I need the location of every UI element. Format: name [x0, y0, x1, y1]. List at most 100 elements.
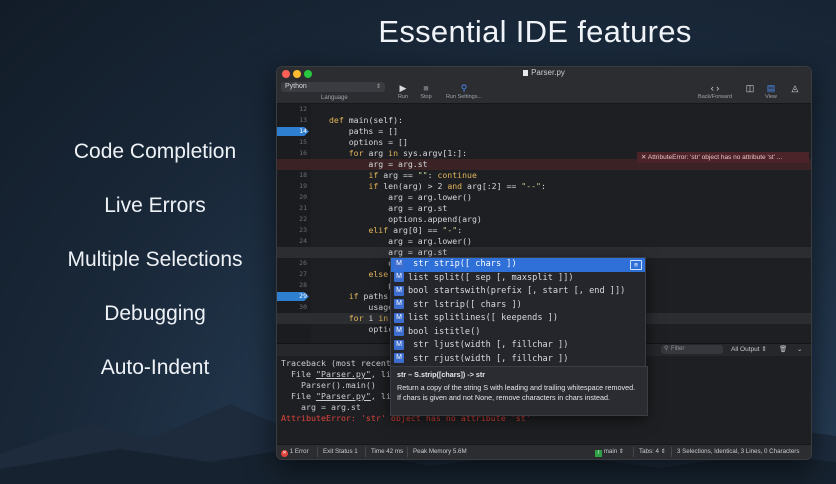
status-separator	[633, 447, 634, 457]
autocomplete-item[interactable]: M str ljust(width [, fillchar ])	[391, 339, 645, 353]
console-line: Parser().main()	[281, 380, 376, 390]
line-number: 22	[299, 215, 307, 223]
line-number: 14	[299, 127, 307, 135]
status-separator	[407, 447, 408, 457]
toggle-left-panel-button[interactable]: ◫	[745, 83, 755, 93]
toggle-right-panel-button[interactable]: ◬	[789, 83, 801, 93]
back-forward-buttons[interactable]: ‹ › Back/Forward	[693, 83, 737, 100]
console-line: File "Parser.py", li	[281, 369, 391, 379]
line-number: 23	[299, 226, 307, 234]
tabs-setting[interactable]: Tabs: 4 ⇕	[639, 445, 666, 459]
line-number: 18	[299, 171, 307, 179]
chevron-down-icon[interactable]: ⌄	[797, 345, 802, 355]
autocomplete-item[interactable]: M str strip([ chars ]) ▤	[391, 258, 645, 272]
autocomplete-doc: str – S.strip([chars]) -> str Return a c…	[390, 366, 648, 416]
status-separator	[671, 447, 672, 457]
completion-name: strip([ chars ])	[433, 259, 517, 269]
feature-list: Code Completion Live Errors Multiple Sel…	[40, 130, 270, 400]
output-selector-text: All Output	[731, 346, 760, 353]
run-settings-button[interactable]: ⚲ Run Settings...	[441, 83, 487, 100]
completion-type: list	[408, 272, 434, 283]
console-line: File "Parser.py", li	[281, 391, 391, 401]
updown-icon: ⇕	[660, 448, 666, 455]
status-separator	[317, 447, 318, 457]
autocomplete-item[interactable]: Mbool istitle()	[391, 326, 645, 340]
line-number: 20	[299, 193, 307, 201]
completion-name: istitle()	[433, 326, 481, 337]
code-line: options = []	[329, 137, 408, 147]
line-number: 27	[299, 270, 307, 278]
window-title: Parser.py	[277, 68, 811, 77]
method-icon: M	[394, 285, 404, 296]
feature-code-completion: Code Completion	[73, 140, 237, 163]
completion-name: split([ sep [, maxsplit ]])	[433, 272, 574, 283]
feature-debugging: Debugging	[104, 302, 206, 325]
output-filter-input[interactable]: ⚲ Filter	[661, 345, 723, 354]
line-number: 30	[299, 303, 307, 311]
branch-name: main	[603, 448, 618, 455]
run-settings-label: Run Settings...	[445, 94, 483, 100]
trash-icon[interactable]: 🗑	[779, 345, 787, 355]
run-label: Run	[397, 94, 409, 100]
output-selector[interactable]: All Output ⇕	[731, 345, 767, 355]
file-link[interactable]: "Parser.py"	[316, 369, 371, 379]
line-number: 12	[299, 105, 307, 113]
completion-type: bool	[408, 326, 434, 337]
language-select[interactable]: Python ⇕	[281, 82, 385, 92]
autocomplete-item[interactable]: M str rjust(width [, fillchar ])	[391, 353, 645, 367]
code-line: arg = arg.st	[329, 203, 448, 213]
completion-type: str	[408, 353, 434, 364]
file-link[interactable]: "Parser.py"	[316, 391, 371, 401]
toolbar: Python ⇕ Language ▶ Run ■ Stop ⚲ Run Setting…	[277, 81, 811, 104]
error-x-icon: ✕	[641, 154, 648, 161]
error-count[interactable]: ✕ 1 Error	[281, 445, 309, 459]
line-number: 19	[299, 182, 307, 190]
console-line: Traceback (most recent	[281, 358, 391, 368]
line-number: 26	[299, 259, 307, 267]
status-bar: ✕ 1 Error Exit Status 1 Time 42 ms Peak …	[277, 444, 811, 459]
doc-signature: str – S.strip([chars]) -> str	[397, 370, 486, 379]
selection-info: 3 Selections, Identical, 3 Lines, 0 Char…	[677, 448, 800, 455]
line-number: 15	[299, 138, 307, 146]
error-message: AttributeError: 'str' object has no attr…	[647, 154, 783, 161]
console-line: arg = arg.st	[281, 402, 361, 412]
feature-live-errors: Live Errors	[104, 194, 206, 217]
method-icon: M	[394, 272, 404, 282]
error-circle-icon: ✕	[281, 450, 288, 457]
code-line: if arg == "": continue	[368, 170, 477, 180]
run-button[interactable]: ▶ Run	[395, 83, 411, 100]
doc-toggle-icon[interactable]: ▤	[630, 260, 642, 270]
feature-auto-indent: Auto-Indent	[100, 356, 210, 379]
autocomplete-item[interactable]: Mbool startswith(prefix [, start [, end …	[391, 285, 645, 299]
stop-icon: ■	[423, 83, 429, 93]
code-line: if len(arg) > 2 and arg[:2] == "--":	[368, 181, 546, 191]
doc-text: Return a copy of the string S with leadi…	[397, 383, 636, 402]
completion-name: splitlines([ keepends ])	[433, 313, 559, 323]
completion-type: str	[408, 340, 434, 350]
completion-name: startswith(prefix [, start [, end ]])	[433, 286, 626, 296]
live-error-badge[interactable]: ✕ AttributeError: 'str' object has no at…	[637, 152, 809, 163]
back-forward-label: Back/Forward	[698, 94, 732, 100]
code-line: arg = arg.lower()	[329, 236, 472, 246]
updown-icon: ⇕	[618, 448, 625, 455]
branch-icon: /	[595, 450, 602, 457]
stop-label: Stop	[420, 94, 432, 100]
stop-button[interactable]: ■ Stop	[417, 83, 435, 100]
code-line: arg = arg.lower()	[329, 192, 472, 202]
error-count-text: 1 Error	[289, 448, 309, 455]
branch-indicator[interactable]: / main ⇕	[595, 445, 624, 459]
code-line: elif arg[0] == "-":	[368, 225, 463, 235]
page-headline: Essential IDE features	[378, 14, 692, 49]
method-icon: M	[394, 326, 404, 336]
window-title-text: Parser.py	[531, 68, 565, 77]
autocomplete-item[interactable]: Mlist splitlines([ keepends ])	[391, 312, 645, 326]
file-icon	[523, 70, 529, 76]
autocomplete-item[interactable]: M str lstrip([ chars ])	[391, 299, 645, 313]
method-icon: M	[394, 339, 404, 350]
method-icon: M	[394, 299, 404, 309]
view-button[interactable]: ▤ View	[763, 83, 779, 100]
autocomplete-item[interactable]: Mlist split([ sep [, maxsplit ]])	[391, 272, 645, 286]
peak-memory: Peak Memory 5.6M	[413, 448, 467, 455]
completion-type: bool	[408, 286, 434, 296]
line-number: 29	[299, 292, 307, 300]
